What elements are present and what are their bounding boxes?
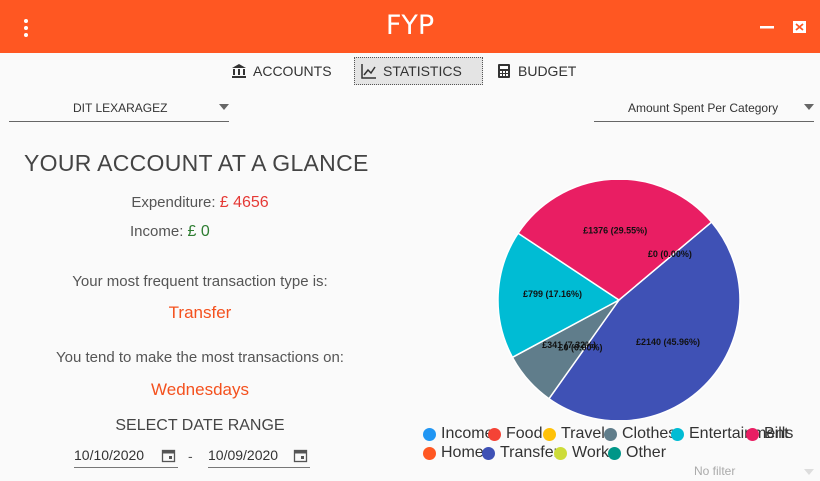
caret-down-icon <box>804 469 814 475</box>
income-row: Income: £ 0 <box>130 223 330 241</box>
pie-slice-label: £341 (7.32%) <box>542 340 596 350</box>
date-range-label: SELECT DATE RANGE <box>115 417 285 434</box>
income-label: Income: <box>130 223 184 240</box>
close-icon[interactable] <box>789 16 811 38</box>
legend-item-income[interactable]: Income <box>423 425 493 443</box>
tab-accounts-label: ACCOUNTS <box>253 63 332 79</box>
legend-label: Clothes <box>622 425 677 442</box>
caret-down-icon <box>219 104 229 110</box>
line-chart-icon <box>361 64 376 79</box>
account-select[interactable]: DIT LEXARAGEZ <box>9 96 229 122</box>
legend-swatch <box>543 427 556 441</box>
legend-swatch <box>488 427 501 441</box>
income-value: £ 0 <box>187 223 210 240</box>
pie-slice-label: £0 (0.00%) <box>648 249 692 259</box>
legend-swatch <box>608 446 621 460</box>
legend-swatch <box>671 427 684 441</box>
legend-swatch <box>746 427 759 441</box>
frequent-day-label: You tend to make the most transactions o… <box>56 349 344 366</box>
legend-label: Other <box>626 444 667 461</box>
legend-swatch <box>423 446 436 460</box>
calendar-icon[interactable] <box>293 448 308 463</box>
tab-budget-label: BUDGET <box>518 63 577 79</box>
legend-item-work[interactable]: Work <box>554 444 609 462</box>
expenditure-label: Expenditure: <box>131 194 216 211</box>
legend-item-transfer[interactable]: Transfer <box>482 444 559 462</box>
account-select-value: DIT LEXARAGEZ <box>73 101 168 115</box>
frequent-type-value: Transfer <box>168 303 232 322</box>
chart-type-select-value: Amount Spent Per Category <box>628 101 779 115</box>
legend-item-bills[interactable]: Bills <box>746 425 793 443</box>
expenditure-row: Expenditure: £ 4656 <box>0 194 400 212</box>
legend-label: Travel <box>561 425 605 442</box>
expenditure-value: £ 4656 <box>219 194 269 211</box>
frequent-type-label: Your most frequent transaction type is: <box>72 273 328 290</box>
legend-item-other[interactable]: Other <box>608 444 666 462</box>
legend-swatch <box>423 427 436 441</box>
legend-item-clothes[interactable]: Clothes <box>604 425 676 443</box>
date-separator: - <box>188 448 193 464</box>
pie-slice-label: £1376 (29.55%) <box>583 226 647 236</box>
chart-type-select[interactable]: Amount Spent Per Category <box>594 96 814 122</box>
legend-label: Work <box>572 444 610 461</box>
legend-item-home[interactable]: Home <box>423 444 484 462</box>
date-to-input[interactable]: 10/09/2020 <box>208 444 310 468</box>
bank-icon <box>232 64 246 78</box>
tab-accounts[interactable]: ACCOUNTS <box>225 57 338 85</box>
legend-label: Income <box>441 425 494 442</box>
date-from-value: 10/10/2020 <box>74 447 145 463</box>
legend-swatch <box>554 446 567 460</box>
minimize-icon[interactable] <box>756 16 778 38</box>
tab-statistics-label: STATISTICS <box>383 63 462 79</box>
page-title: YOUR ACCOUNT AT A GLANCE <box>24 150 369 176</box>
tab-statistics[interactable]: STATISTICS <box>354 57 483 85</box>
calculator-icon <box>498 64 510 78</box>
legend-swatch <box>604 427 617 441</box>
filter-value: No filter <box>694 464 736 478</box>
date-to-value: 10/09/2020 <box>208 447 279 463</box>
calendar-icon[interactable] <box>161 448 176 463</box>
legend-label: Transfer <box>500 444 559 461</box>
date-from-input[interactable]: 10/10/2020 <box>74 444 178 468</box>
legend-label: Home <box>441 444 484 461</box>
legend-label: Food <box>506 425 543 442</box>
app-title: FYP <box>385 10 435 41</box>
frequent-day-value: Wednesdays <box>151 380 249 399</box>
legend-label: Bills <box>764 425 794 442</box>
legend-item-food[interactable]: Food <box>488 425 542 443</box>
pie-slice-label: £2140 (45.96%) <box>636 337 700 347</box>
legend-swatch <box>482 446 495 460</box>
legend-item-travel[interactable]: Travel <box>543 425 605 443</box>
tab-bar: ACCOUNTS STATISTICS BUDGET <box>0 57 820 85</box>
category-pie-chart: £2140 (45.96%) £0 (0.00%) £341 (7.32%) £799… <box>497 180 741 420</box>
tab-budget[interactable]: BUDGET <box>490 57 582 85</box>
caret-down-icon <box>804 104 814 110</box>
filter-select[interactable]: No filter <box>594 463 814 481</box>
title-bar: FYP <box>0 0 820 53</box>
pie-slice-label: £799 (17.16%) <box>523 289 582 299</box>
